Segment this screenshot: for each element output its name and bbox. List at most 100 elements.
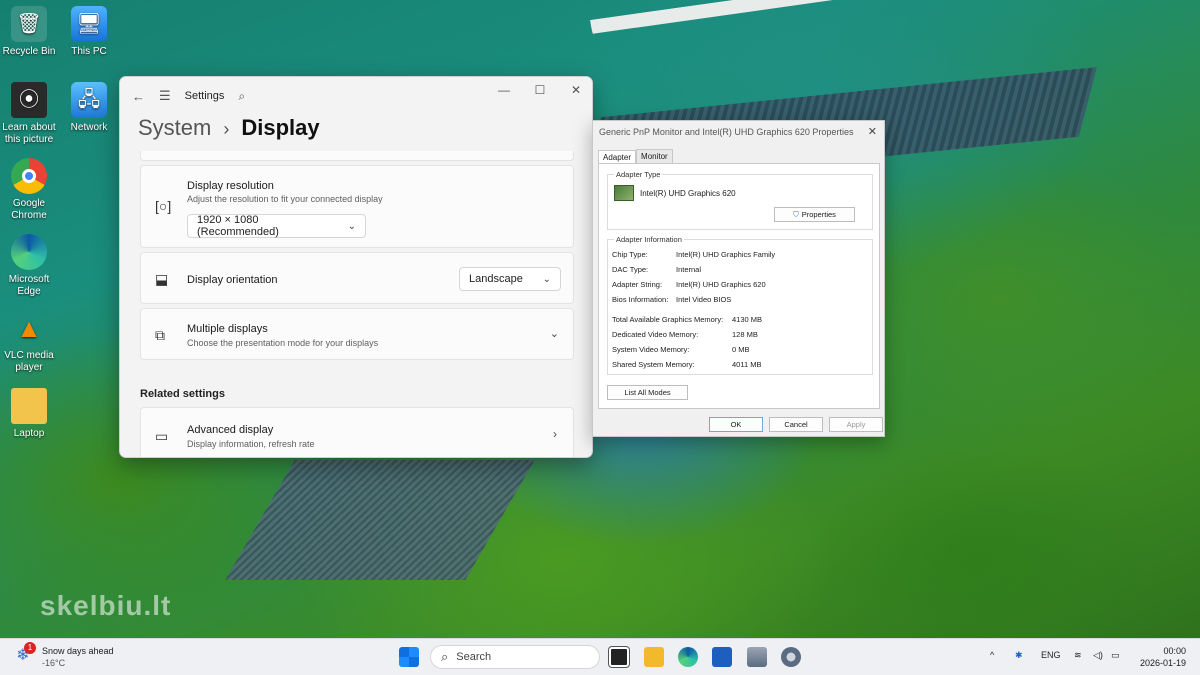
info-row: DAC Type: Internal xyxy=(612,265,702,274)
desktop-icon-recycle-bin[interactable]: 🗑 Recycle Bin xyxy=(0,6,61,58)
chevron-down-icon[interactable]: ⌄ xyxy=(550,327,559,340)
adapter-type-value: Intel(R) UHD Graphics 620 xyxy=(640,189,736,198)
desktop-icon-edge[interactable]: Microsoft Edge xyxy=(0,234,61,298)
taskbar-search[interactable]: ⌕ Search xyxy=(430,645,600,669)
apply-button[interactable]: Apply xyxy=(829,417,883,432)
weather-widget[interactable]: ❄ 1 Snow days ahead -16°C xyxy=(12,642,114,669)
chevron-up-icon[interactable]: ^ xyxy=(990,650,994,660)
breadcrumb-separator: › xyxy=(223,119,230,139)
desktop-icon-label: Network xyxy=(70,122,108,133)
dialog-title: Generic PnP Monitor and Intel(R) UHD Gra… xyxy=(599,127,854,137)
edge-icon xyxy=(11,234,47,270)
desktop-icon-label: Laptop xyxy=(13,428,45,439)
close-button[interactable]: ✕ xyxy=(568,83,584,97)
dialog-tabs: Adapter Monitor xyxy=(598,149,673,164)
graphics-card-icon xyxy=(614,185,634,201)
adapter-info-label: Adapter Information xyxy=(614,235,684,244)
desktop-icon-this-pc[interactable]: 🖥 This PC xyxy=(57,6,121,58)
search-icon[interactable]: ⌕ xyxy=(238,89,245,104)
vlc-icon: ▲ xyxy=(16,313,42,343)
desktop-icon-label: VLC media player xyxy=(4,350,54,373)
advanced-display-card[interactable]: ▭ Advanced display Display information, … xyxy=(140,407,574,457)
multiple-displays-subtitle: Choose the presentation mode for your di… xyxy=(187,338,379,348)
page-title: Display xyxy=(241,115,320,140)
adapter-type-group: Adapter Type Intel(R) UHD Graphics 620 ⛉… xyxy=(607,170,873,230)
desktop-icon-label: Learn about this picture xyxy=(2,122,56,145)
shield-icon: ⛉ xyxy=(793,209,799,219)
snowflake-icon: ❄ 1 xyxy=(12,642,36,667)
scrolled-card-edge xyxy=(140,151,574,161)
hamburger-menu-icon[interactable]: ☰ xyxy=(159,88,171,104)
advanced-display-subtitle: Display information, refresh rate xyxy=(187,439,315,449)
orientation-dropdown[interactable]: Landscape ⌄ xyxy=(459,267,561,291)
desktop-icon-network[interactable]: 🖧 Network xyxy=(57,82,121,134)
start-button[interactable] xyxy=(399,647,419,667)
adapter-properties-dialog: Generic PnP Monitor and Intel(R) UHD Gra… xyxy=(592,120,885,437)
desktop-icon-learn-about[interactable]: ⦿ Learn about this picture xyxy=(0,82,61,146)
language-indicator[interactable]: ENG xyxy=(1041,650,1061,660)
settings-gear-icon[interactable] xyxy=(781,647,801,667)
battery-icon[interactable]: ▭ xyxy=(1111,650,1120,661)
multiple-displays-card[interactable]: ⧉ Multiple displays Choose the presentat… xyxy=(140,308,574,360)
search-icon: ⌕ xyxy=(441,649,449,664)
memory-row: Dedicated Video Memory: 128 MB xyxy=(612,330,758,339)
list-all-modes-button[interactable]: List All Modes xyxy=(607,385,688,400)
weather-title: Snow days ahead xyxy=(42,646,114,656)
taskbar: ❄ 1 Snow days ahead -16°C ⌕ Search ^ ✱ E… xyxy=(0,638,1200,675)
clock-date: 2026-01-19 xyxy=(1139,658,1186,668)
tab-adapter[interactable]: Adapter xyxy=(598,150,637,164)
monitor-icon: 🖥 xyxy=(71,6,107,42)
desktop-icon-chrome[interactable]: Google Chrome xyxy=(0,158,61,222)
chevron-right-icon: › xyxy=(553,427,557,441)
tab-monitor[interactable]: Monitor xyxy=(636,149,673,163)
wifi-icon[interactable]: ≋ xyxy=(1074,650,1082,661)
file-explorer-icon[interactable] xyxy=(644,647,664,667)
memory-row: Total Available Graphics Memory: 4130 MB xyxy=(612,315,763,324)
resolution-icon: [○] xyxy=(155,198,172,214)
desktop-icon-vlc[interactable]: ▲ VLC media player xyxy=(0,310,61,374)
learn-about-icon: ⦿ xyxy=(11,82,47,118)
desktop-icon-label: This PC xyxy=(71,46,107,57)
maximize-button[interactable]: ☐ xyxy=(532,83,548,97)
breadcrumb: System › Display xyxy=(138,115,320,141)
desktop-icon-laptop[interactable]: Laptop xyxy=(0,388,61,440)
display-orientation-card: ⬓ Display orientation Landscape ⌄ xyxy=(140,252,574,304)
info-row: Bios Information: Intel Video BIOS xyxy=(612,295,732,304)
memory-row: Shared System Memory: 4011 MB xyxy=(612,360,762,369)
properties-button[interactable]: ⛉ Properties xyxy=(774,207,855,222)
clock[interactable]: 00:00 2026-01-19 xyxy=(1140,645,1186,669)
info-row: Adapter String: Intel(R) UHD Graphics 620 xyxy=(612,280,766,289)
watermark-text: skelbiu.lt xyxy=(40,590,172,621)
close-button[interactable]: ✕ xyxy=(868,125,877,138)
back-arrow-icon[interactable]: ← xyxy=(132,89,145,104)
store-icon[interactable] xyxy=(712,647,732,667)
folder-user-icon xyxy=(11,388,47,424)
resolution-subtitle: Adjust the resolution to fit your connec… xyxy=(187,194,383,204)
ok-button[interactable]: OK xyxy=(709,417,763,432)
orientation-icon: ⬓ xyxy=(155,271,169,287)
memory-row: System Video Memory: 0 MB xyxy=(612,345,750,354)
edge-icon[interactable] xyxy=(678,647,698,667)
chevron-down-icon: ⌄ xyxy=(347,220,356,232)
laptop-icon: ▭ xyxy=(155,428,169,444)
orientation-title: Display orientation xyxy=(187,274,278,286)
desktop-icon-label: Microsoft Edge xyxy=(8,274,50,297)
recycle-bin-icon: 🗑 xyxy=(11,6,47,42)
bluetooth-icon[interactable]: ✱ xyxy=(1015,650,1023,661)
desktop-icon-label: Recycle Bin xyxy=(2,46,56,57)
adapter-type-label: Adapter Type xyxy=(614,170,663,179)
adapter-information-group: Adapter Information Chip Type: Intel(R) U… xyxy=(607,235,873,375)
breadcrumb-system[interactable]: System xyxy=(138,115,211,141)
resolution-dropdown[interactable]: 1920 × 1080 (Recommended) ⌄ xyxy=(187,214,366,238)
network-icon: 🖧 xyxy=(71,82,107,118)
minimize-button[interactable]: — xyxy=(496,83,512,97)
device-manager-icon[interactable] xyxy=(747,647,767,667)
volume-icon[interactable]: ◁) xyxy=(1093,650,1103,661)
cancel-button[interactable]: Cancel xyxy=(769,417,823,432)
task-view-icon[interactable] xyxy=(609,647,629,667)
resolution-title: Display resolution xyxy=(187,180,274,192)
multiple-displays-icon: ⧉ xyxy=(155,327,165,343)
wallpaper-spillway xyxy=(225,460,535,580)
app-title: Settings xyxy=(184,90,225,102)
search-placeholder: Search xyxy=(456,651,492,663)
